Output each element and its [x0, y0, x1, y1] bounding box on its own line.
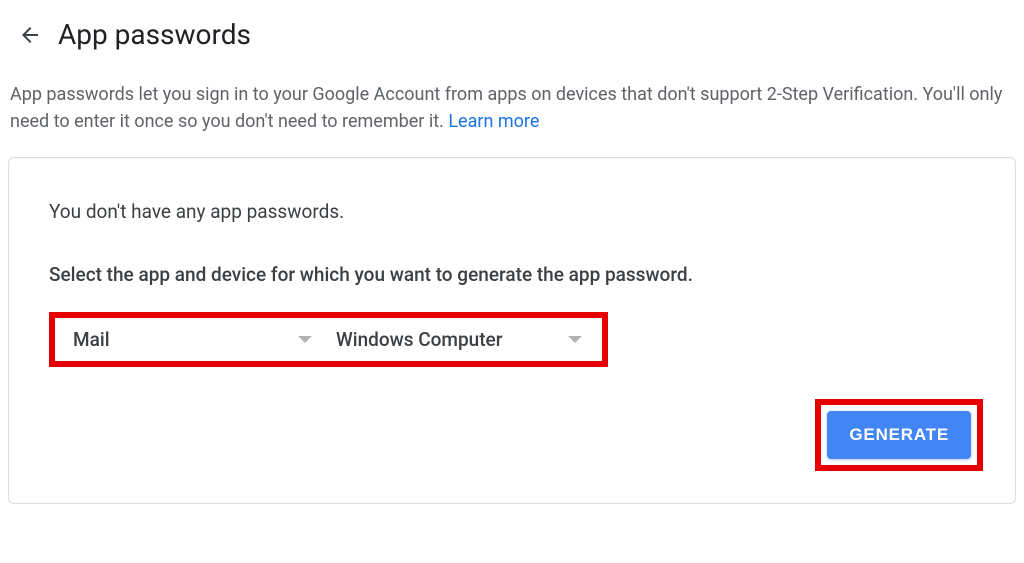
generate-row: GENERATE	[49, 399, 983, 471]
select-device-dropdown[interactable]: Windows Computer	[318, 328, 588, 351]
chevron-down-icon	[298, 336, 312, 343]
generate-highlight-box: GENERATE	[815, 399, 983, 471]
page-header: App passwords	[0, 0, 1024, 81]
select-device-label: Windows Computer	[336, 328, 568, 351]
page-title: App passwords	[58, 18, 251, 51]
select-app-label: Mail	[73, 328, 298, 351]
instruction-text: Select the app and device for which you …	[49, 263, 983, 286]
selectors-highlight-box: Mail Windows Computer	[49, 312, 608, 367]
learn-more-link[interactable]: Learn more	[448, 111, 539, 132]
chevron-down-icon	[568, 336, 582, 343]
back-arrow-icon[interactable]	[18, 23, 42, 47]
app-passwords-card: You don't have any app passwords. Select…	[8, 157, 1016, 504]
generate-button[interactable]: GENERATE	[827, 411, 971, 459]
description-block: App passwords let you sign in to your Go…	[0, 81, 1024, 157]
status-text: You don't have any app passwords.	[49, 200, 983, 223]
select-app-dropdown[interactable]: Mail	[63, 328, 318, 351]
